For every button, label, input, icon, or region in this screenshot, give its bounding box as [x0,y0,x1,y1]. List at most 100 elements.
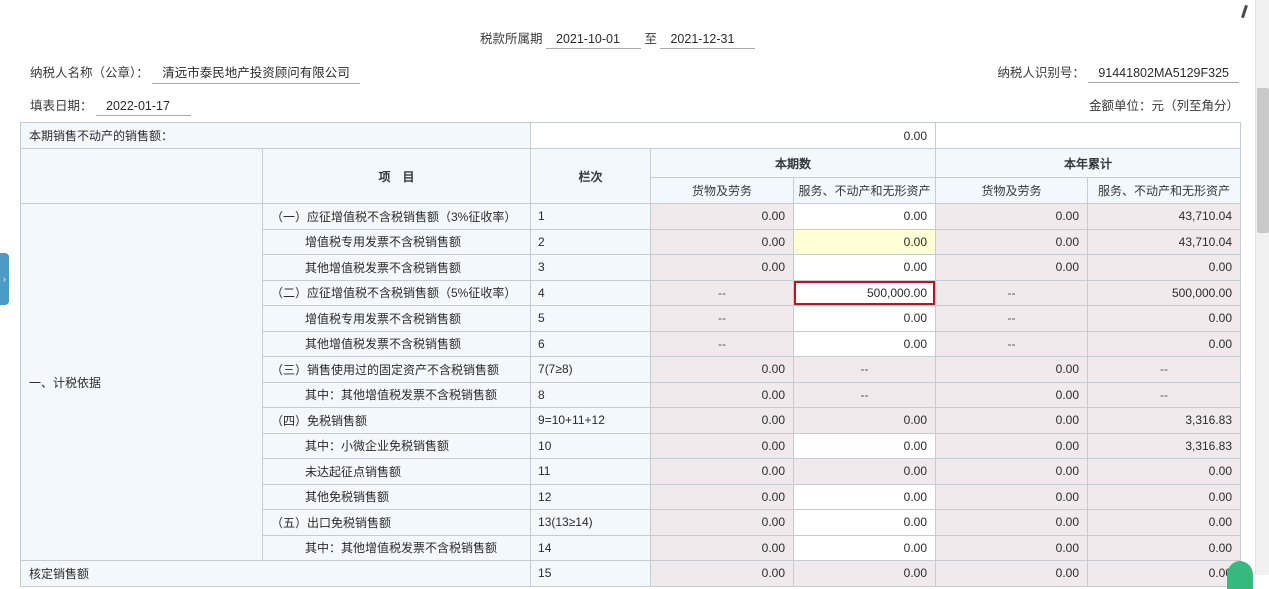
taxpayer-name-field[interactable]: 清远市泰民地产投资顾问有限公司 [152,62,360,84]
value-cell: 0.00 [936,561,1088,587]
value-cell[interactable]: 0.00 [794,306,936,332]
item-label: （三）销售使用过的固定资产不含税销售额 [263,357,531,383]
item-label: 增值税专用发票不含税销售额 [263,229,531,255]
taxpayer-name-block: 纳税人名称（公章）： 清远市泰民地产投资顾问有限公司 [30,62,360,84]
column-no: 15 [531,561,651,587]
value-cell: -- [651,331,794,357]
table-header-row-1: 项 目 栏次 本期数 本年累计 [21,149,1241,178]
amount-unit-label: 金额单位：元（列至角分） [1089,95,1239,114]
value-cell: 0.00 [936,459,1088,485]
tax-declaration-table: 本期销售不动产的销售额： 0.00 项 目 栏次 本期数 本年累计 货物及劳务 … [20,122,1241,587]
value-cell: 0.00 [651,204,794,230]
item-label: （一）应征增值税不含税销售额（3%征收率） [263,204,531,230]
item-label: 其他增值税发票不含税销售额 [263,255,531,281]
item-label: （五）出口免税销售额 [263,510,531,536]
group-header-cell [21,149,263,204]
value-cell: 0.00 [651,535,794,561]
value-cell: 0.00 [1088,331,1241,357]
value-cell: 0.00 [1088,484,1241,510]
value-cell: 0.00 [1088,306,1241,332]
summary-row-empty-cell [936,123,1241,149]
value-cell: 3,316.83 [1088,433,1241,459]
period-end-field[interactable]: 2021-12-31 [660,32,755,49]
fill-date-block: 填表日期： 2022-01-17 [30,95,191,116]
value-cell: -- [936,280,1088,306]
floating-assistant-widget[interactable] [1227,561,1253,589]
value-cell: 0.00 [936,204,1088,230]
summary-row-value[interactable]: 0.00 [531,123,936,149]
value-cell: 0.00 [936,408,1088,434]
fill-date-label: 填表日期： [30,99,93,113]
value-cell: 0.00 [936,382,1088,408]
value-cell: 0.00 [1088,255,1241,281]
focused-value-cell[interactable]: 0.00 [794,229,936,255]
value-cell[interactable]: 0.00 [794,331,936,357]
value-cell[interactable]: 0.00 [794,535,936,561]
taxpayer-id-label: 纳税人识别号： [997,66,1085,80]
column-no: 5 [531,306,651,332]
property-sales-summary-row: 本期销售不动产的销售额： 0.00 [21,123,1241,149]
yt-goods-header: 货物及劳务 [936,178,1088,204]
tax-period-block: 税款所属期 2021-10-01 至 2021-12-31 [480,28,755,49]
vertical-scrollbar[interactable] [1255,0,1269,575]
value-cell: 0.00 [651,459,794,485]
value-cell[interactable]: 0.00 [794,510,936,536]
value-cell: -- [794,382,936,408]
value-cell: 0.00 [936,357,1088,383]
column-no: 11 [531,459,651,485]
value-cell: 0.00 [651,382,794,408]
value-cell[interactable]: 0.00 [794,484,936,510]
item-label: 未达起征点销售额 [263,459,531,485]
item-label: 其他免税销售额 [263,484,531,510]
yt-services-header: 服务、不动产和无形资产 [1088,178,1241,204]
scrollbar-thumb[interactable] [1257,88,1269,233]
side-panel-toggle[interactable]: › [0,253,9,305]
value-cell: 0.00 [651,561,794,587]
value-cell: -- [794,357,936,383]
column-no: 6 [531,331,651,357]
value-cell[interactable]: 0.00 [794,255,936,281]
item-label: 其中：其他增值税发票不含税销售额 [263,382,531,408]
item-label: （二）应征增值税不含税销售额（5%征收率） [263,280,531,306]
value-cell: 0.00 [1088,535,1241,561]
value-cell: 0.00 [794,408,936,434]
value-cell: 0.00 [936,484,1088,510]
summary-row-label: 本期销售不动产的销售额： [21,123,531,149]
value-cell: 0.00 [651,357,794,383]
value-cell: 0.00 [936,433,1088,459]
value-cell[interactable]: 0.00 [794,433,936,459]
value-cell: 0.00 [651,484,794,510]
taxpayer-id-field[interactable]: 91441802MA5129F325 [1088,66,1239,83]
value-cell: 43,710.04 [1088,204,1241,230]
column-no: 13(13≥14) [531,510,651,536]
value-cell: 0.00 [936,229,1088,255]
highlighted-value-cell[interactable]: 500,000.00 [794,280,936,306]
item-label: 其他增值税发票不含税销售额 [263,331,531,357]
tax-period-label: 税款所属期 [480,32,543,46]
column-no: 4 [531,280,651,306]
taxpayer-id-block: 纳税人识别号： 91441802MA5129F325 [997,62,1239,83]
item-label: 其中：其他增值税发票不含税销售额 [263,535,531,561]
fill-date-field[interactable]: 2022-01-17 [96,99,191,116]
column-no-header: 栏次 [531,149,651,204]
period-to-label: 至 [644,32,657,46]
value-cell[interactable]: 0.00 [794,204,936,230]
table-row-1: 一、计税依据 （一）应征增值税不含税销售额（3%征收率） 1 0.00 0.00… [21,204,1241,230]
year-total-header: 本年累计 [936,149,1241,178]
column-no: 9=10+11+12 [531,408,651,434]
column-no: 2 [531,229,651,255]
cp-goods-header: 货物及劳务 [651,178,794,204]
period-start-field[interactable]: 2021-10-01 [546,32,641,49]
value-cell: 3,316.83 [1088,408,1241,434]
cursor-artifact [1241,5,1248,18]
taxpayer-name-label: 纳税人名称（公章）： [30,66,149,80]
value-cell: 0.00 [1088,561,1241,587]
value-cell: 0.00 [651,408,794,434]
column-no: 3 [531,255,651,281]
column-no: 1 [531,204,651,230]
value-cell: 0.00 [651,229,794,255]
value-cell: 0.00 [936,255,1088,281]
item-header: 项 目 [263,149,531,204]
item-label: 核定销售额 [21,561,531,587]
value-cell: 500,000.00 [1088,280,1241,306]
